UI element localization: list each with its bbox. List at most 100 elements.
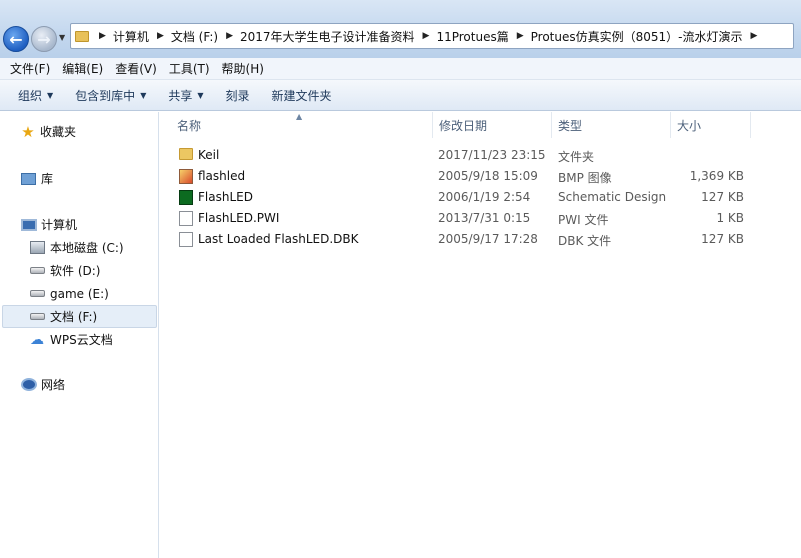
breadcrumb-folder-protues[interactable]: 11Protues篇: [436, 28, 508, 45]
nav-item-label: 本地磁盘 (C:): [50, 241, 124, 255]
file-type: BMP 图像: [558, 171, 612, 185]
recent-pages-dropdown[interactable]: ▼: [59, 33, 65, 42]
menu-edit[interactable]: 编辑(E): [56, 60, 109, 77]
menu-view[interactable]: 查看(V): [109, 60, 163, 77]
file-type: PWI 文件: [558, 213, 609, 227]
file-type: DBK 文件: [558, 234, 612, 248]
chevron-down-icon: ▼: [140, 90, 147, 100]
drive-icon: [30, 313, 45, 320]
burn-button[interactable]: 刻录: [220, 87, 256, 104]
menu-help[interactable]: 帮助(H): [216, 60, 270, 77]
new-folder-label: 新建文件夹: [271, 88, 332, 103]
file-modified: 2005/9/17 17:28: [438, 232, 538, 246]
folder-icon: [179, 148, 193, 160]
column-header-label: 名称: [177, 118, 202, 133]
nav-item-label: 软件 (D:): [50, 264, 101, 278]
nav-item-network[interactable]: 网络: [2, 373, 157, 396]
folder-icon: [75, 30, 89, 42]
table-row[interactable]: Keil 2017/11/23 23:15 文件夹: [160, 145, 760, 166]
table-row[interactable]: FlashLED 2006/1/19 2:54 Schematic Design…: [160, 187, 760, 208]
file-name: FlashLED: [198, 190, 253, 204]
column-header-name[interactable]: 名称: [171, 112, 433, 138]
breadcrumb-folder-current[interactable]: Protues仿真实例（8051）-流水灯演示: [531, 28, 743, 45]
nav-item-label: game (E:): [50, 286, 109, 301]
file-modified: 2005/9/18 15:09: [438, 169, 538, 183]
nav-item-label: 库: [41, 172, 54, 186]
burn-label: 刻录: [225, 88, 250, 103]
new-folder-button[interactable]: 新建文件夹: [266, 87, 338, 104]
file-list-pane: ▲ 名称 修改日期 类型 大小 Keil 2017/11/23 23:15 文件…: [160, 112, 801, 558]
forward-button[interactable]: →: [31, 26, 57, 52]
schematic-design-icon: [179, 190, 193, 205]
file-size: 127 KB: [701, 232, 744, 246]
cloud-icon: ☁: [30, 331, 44, 348]
star-icon: ★: [21, 122, 35, 141]
breadcrumb-computer[interactable]: 计算机: [113, 28, 149, 45]
file-modified: 2006/1/19 2:54: [438, 190, 531, 204]
document-icon: [179, 232, 193, 247]
table-row[interactable]: flashled 2005/9/18 15:09 BMP 图像 1,369 KB: [160, 166, 760, 187]
drive-icon: [30, 290, 45, 297]
file-modified: 2013/7/31 0:15: [438, 211, 531, 225]
nav-item-label: 收藏夹: [40, 125, 77, 139]
nav-item-computer[interactable]: 计算机: [2, 213, 157, 236]
arrow-right-icon: →: [37, 29, 51, 49]
document-icon: [179, 211, 193, 226]
nav-item-drive-f[interactable]: 文档 (F:): [2, 305, 157, 328]
navigation-pane: ★ 收藏夹 库 计算机 本地磁盘 (C:) 软件 (D:) game (E:) …: [0, 112, 159, 558]
include-in-library-button[interactable]: 包含到库中 ▼: [69, 87, 152, 104]
chevron-right-icon[interactable]: ▶: [423, 31, 430, 41]
nav-item-label: 网络: [41, 378, 66, 392]
organize-button[interactable]: 组织 ▼: [12, 87, 59, 104]
menu-tools[interactable]: 工具(T): [163, 60, 216, 77]
share-button[interactable]: 共享 ▼: [162, 87, 209, 104]
include-in-library-label: 包含到库中: [75, 88, 136, 103]
breadcrumb-folder-2017[interactable]: 2017年大学生电子设计准备资料: [240, 28, 415, 45]
nav-item-wps-cloud[interactable]: ☁ WPS云文档: [2, 328, 157, 351]
file-name: Keil: [198, 148, 220, 162]
nav-item-label: WPS云文档: [50, 333, 113, 347]
organize-label: 组织: [18, 88, 43, 103]
column-header-size[interactable]: 大小: [671, 112, 751, 138]
chevron-right-icon[interactable]: ▶: [99, 31, 106, 41]
command-bar: 组织 ▼ 包含到库中 ▼ 共享 ▼ 刻录 新建文件夹: [0, 80, 801, 111]
column-header-modified[interactable]: 修改日期: [433, 112, 552, 138]
file-name: FlashLED.PWI: [198, 211, 280, 225]
file-name: Last Loaded FlashLED.DBK: [198, 232, 359, 246]
menu-file[interactable]: 文件(F): [4, 60, 56, 77]
chevron-right-icon[interactable]: ▶: [517, 31, 524, 41]
chevron-down-icon: ▼: [197, 90, 204, 100]
address-bar-row: ← → ▼ ▶ 计算机 ▶ 文档 (F:) ▶ 2017年大学生电子设计准备资料…: [0, 0, 801, 58]
bmp-image-icon: [179, 169, 193, 184]
chevron-down-icon: ▼: [47, 90, 54, 100]
file-size: 127 KB: [701, 190, 744, 204]
file-size: 1,369 KB: [689, 169, 744, 183]
nav-item-drive-c[interactable]: 本地磁盘 (C:): [2, 236, 157, 259]
chevron-right-icon[interactable]: ▶: [157, 31, 164, 41]
drive-icon: [30, 267, 45, 274]
column-header-label: 类型: [558, 118, 583, 133]
nav-item-favorites[interactable]: ★ 收藏夹: [2, 120, 157, 143]
system-drive-icon: [30, 241, 45, 254]
file-type: 文件夹: [558, 150, 595, 164]
nav-item-libraries[interactable]: 库: [2, 167, 157, 190]
file-size: 1 KB: [716, 211, 744, 225]
arrow-left-icon: ←: [9, 29, 23, 49]
address-bar[interactable]: ▶ 计算机 ▶ 文档 (F:) ▶ 2017年大学生电子设计准备资料 ▶ 11P…: [70, 23, 794, 49]
back-button[interactable]: ←: [3, 26, 29, 52]
table-row[interactable]: Last Loaded FlashLED.DBK 2005/9/17 17:28…: [160, 229, 760, 250]
library-icon: [21, 172, 36, 185]
breadcrumb-drive-f[interactable]: 文档 (F:): [171, 28, 218, 45]
nav-item-drive-e[interactable]: game (E:): [2, 282, 157, 305]
nav-item-label: 文档 (F:): [50, 310, 98, 324]
chevron-right-icon[interactable]: ▶: [226, 31, 233, 41]
file-modified: 2017/11/23 23:15: [438, 148, 546, 162]
column-header-type[interactable]: 类型: [552, 112, 671, 138]
nav-item-label: 计算机: [41, 218, 78, 232]
share-label: 共享: [168, 88, 193, 103]
table-row[interactable]: FlashLED.PWI 2013/7/31 0:15 PWI 文件 1 KB: [160, 208, 760, 229]
column-header-label: 修改日期: [439, 118, 488, 133]
column-header-label: 大小: [677, 118, 702, 133]
nav-item-drive-d[interactable]: 软件 (D:): [2, 259, 157, 282]
chevron-right-icon[interactable]: ▶: [751, 31, 758, 41]
